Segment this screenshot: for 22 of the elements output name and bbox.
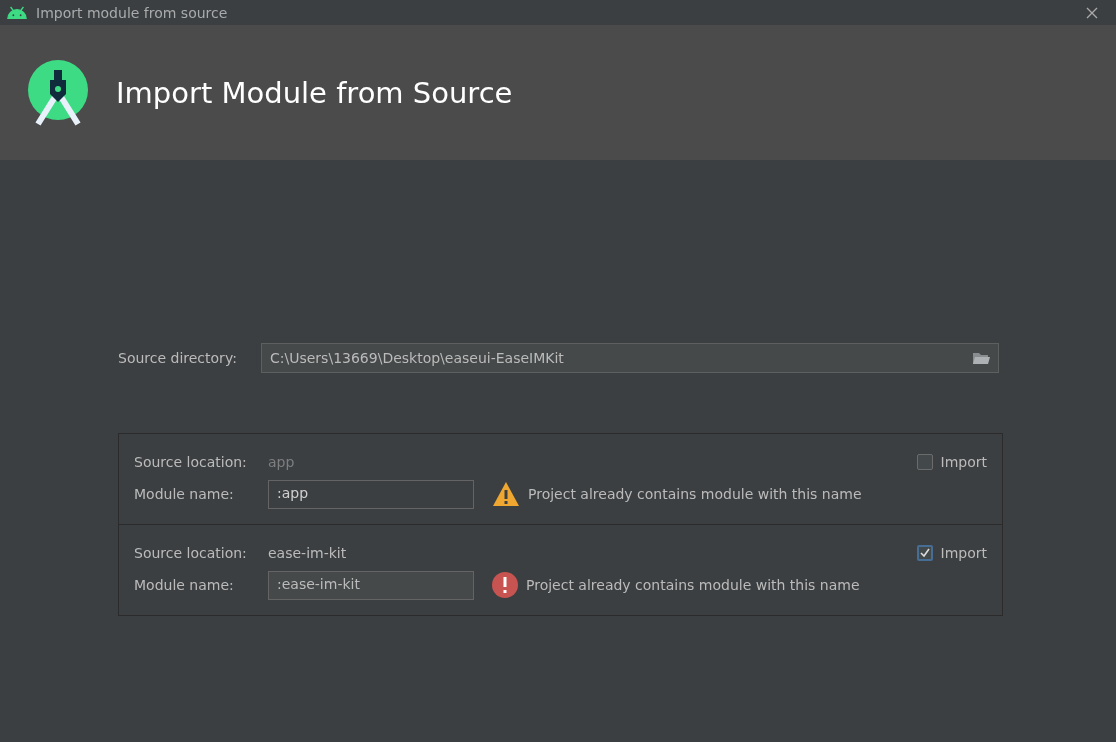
field-label: Source location: [134,545,248,561]
checkbox-label: Import [940,545,987,561]
field-label: Module name: [134,577,235,593]
module-name-field[interactable]: :app [268,479,474,509]
module-name-field[interactable]: :ease-im-kit [268,570,474,600]
checkbox-label: Import [940,454,987,470]
source-directory-field[interactable]: C:\Users\13669\Desktop\easeui-EaseIMKit [261,343,999,373]
folder-icon[interactable] [972,351,990,365]
field-label: Module name: [134,486,235,502]
field-label: Source location: [134,454,248,470]
validation-message: Project already contains module with this name [526,577,860,593]
window-title: Import module from source [36,4,229,21]
dialog-heading: Import Module from Source [116,75,513,110]
android-icon [6,6,28,19]
source-location-value: ease-im-kit [268,545,348,561]
validation-message: Project already contains module with this name [528,486,862,502]
import-checkbox[interactable] [916,454,933,470]
import-checkbox[interactable] [916,545,933,561]
compass-logo-icon [28,59,88,126]
field-label: Source directory: [118,350,238,366]
close-button[interactable] [1086,6,1098,19]
source-location-value: app [268,454,296,470]
